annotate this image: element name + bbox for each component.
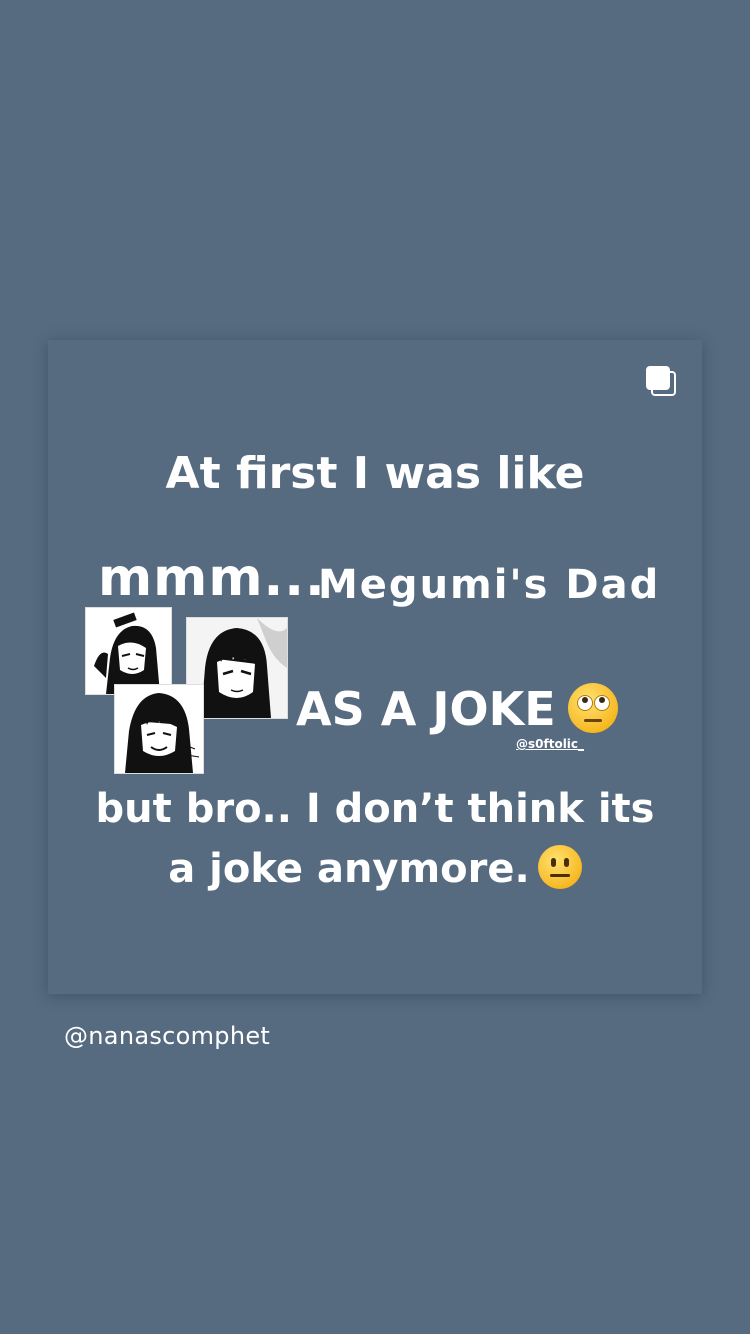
rolling-eyes-emoji-icon xyxy=(567,682,618,733)
manga-panel-image xyxy=(85,607,172,695)
post-text-mmm: mmm... xyxy=(98,548,326,608)
as-a-joke-label: AS A JOKE xyxy=(296,682,556,736)
watermark-handle: @s0ftolic_ xyxy=(516,737,585,751)
post-text-line-5-label: a joke anymore. xyxy=(168,846,530,892)
post-text-line-4: but bro.. I don’t think its xyxy=(95,786,655,832)
story-screen: { "post": { "line1": "At first I was lik… xyxy=(0,0,750,1334)
carousel-icon xyxy=(646,366,676,396)
manga-panel-image xyxy=(114,684,204,774)
shared-post-card[interactable]: At first I was like mmm... Megumi's Dad xyxy=(48,340,702,994)
post-text-megumis-dad: Megumi's Dad xyxy=(318,562,661,608)
neutral-face-emoji-icon xyxy=(537,845,582,889)
post-text-line-1: At first I was like xyxy=(165,448,585,499)
post-text-line-5: a joke anymore. xyxy=(48,845,702,892)
post-text-as-a-joke: AS A JOKE xyxy=(296,682,618,736)
original-poster-username[interactable]: @nanascomphet xyxy=(64,1022,270,1050)
